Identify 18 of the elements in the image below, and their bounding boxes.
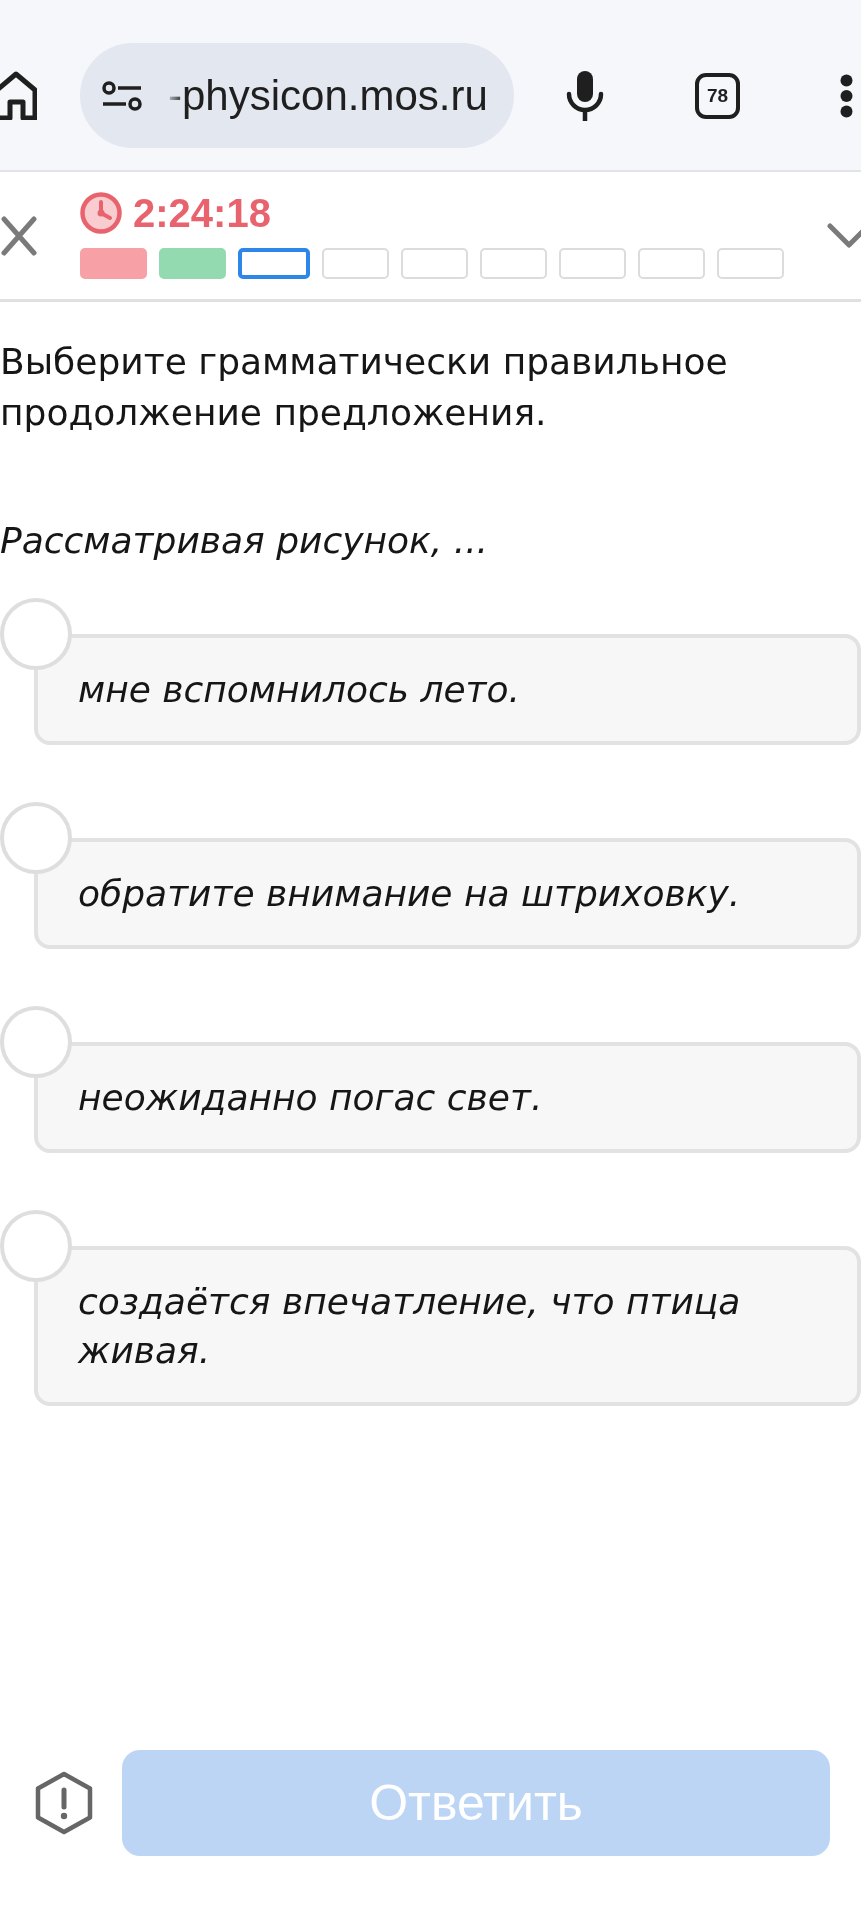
answer-option[interactable]: обратите внимание на штриховку. [34,838,861,949]
question-text: Выберите грамматически правильное продолжение предложения. [0,340,729,435]
answer-option[interactable]: мне вспомнилось лето. [34,634,861,745]
chevron-down-icon[interactable] [827,222,861,249]
clock-icon [80,192,122,234]
microphone-icon[interactable] [565,70,605,121]
sentence-start: Рассматривая рисунок, ... [0,519,490,563]
alert-icon[interactable] [34,1771,94,1835]
close-icon[interactable] [1,215,37,256]
tune-icon[interactable] [102,80,142,111]
tab-count-button[interactable]: 78 [695,72,740,119]
progress-segment[interactable] [238,248,310,279]
menu-icon[interactable] [840,73,853,118]
timer-text: 2:24:18 [133,192,271,234]
answer-option[interactable]: неожиданно погас свет. [34,1042,861,1153]
answer-option[interactable]: создаётся впечатление, что птица живая. [34,1246,861,1406]
home-icon[interactable] [0,71,37,120]
address-field[interactable]: -physicon.mos.ru [80,43,514,148]
